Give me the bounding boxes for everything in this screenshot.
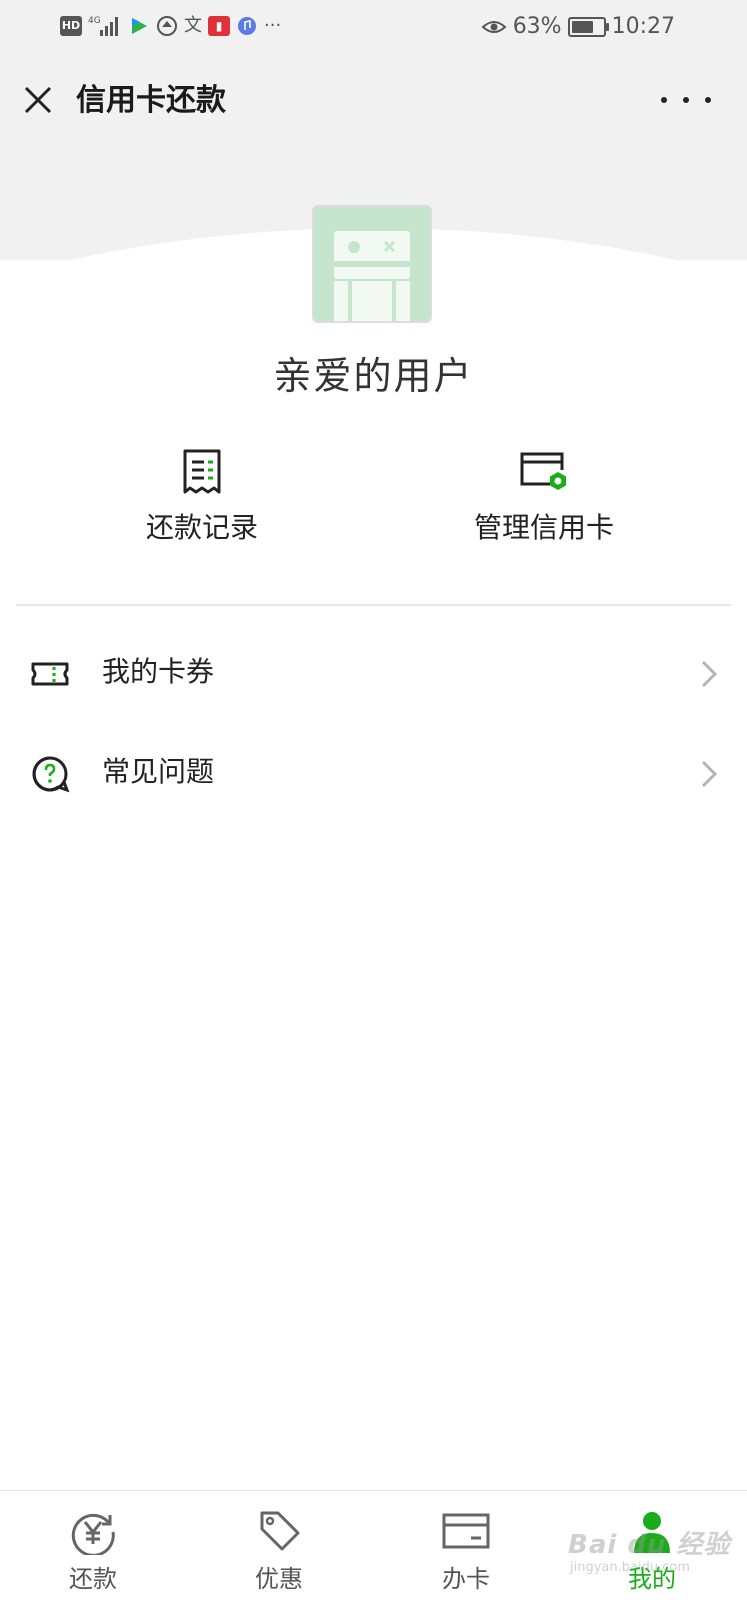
section-divider: [16, 604, 731, 606]
chevron-right-icon: [701, 760, 718, 788]
menu-item-coupons[interactable]: 我的卡券: [0, 626, 747, 722]
more-dot-icon: [705, 97, 711, 103]
card-settings-icon: [520, 452, 566, 490]
watermark-sub: jingyan.baidu.com: [570, 1560, 690, 1575]
close-button[interactable]: [18, 80, 58, 120]
status-right: 63% 10:27: [481, 14, 675, 39]
watermark: Bai du 经验: [568, 1530, 731, 1560]
menu-item-label: 我的卡券: [102, 655, 215, 688]
status-bar: HD 4G 文 ▮ ··· 63% 10:27: [0, 0, 747, 54]
4g-signal-icon: 4G: [88, 16, 118, 36]
music-app-icon: [238, 17, 256, 35]
avatar[interactable]: [312, 205, 432, 323]
status-left-icons: HD 4G 文 ▮ ···: [60, 14, 281, 38]
nav-tab-repay[interactable]: 还款: [33, 1509, 153, 1594]
card-icon: [442, 1513, 490, 1549]
repayment-history-label: 还款记录: [145, 511, 258, 544]
default-avatar-icon: [334, 231, 410, 321]
book-app-icon: ▮: [208, 16, 230, 36]
svg-text:4G: 4G: [88, 16, 101, 26]
nav-label: 还款: [69, 1565, 117, 1593]
more-options-button[interactable]: [661, 84, 711, 116]
nav-tab-apply-card[interactable]: 办卡: [406, 1509, 526, 1594]
battery-percent: 63%: [512, 14, 562, 39]
menu-item-faq[interactable]: 常见问题: [0, 726, 747, 822]
title-bar: 信用卡还款: [0, 54, 747, 150]
video-app-icon: [132, 18, 147, 34]
user-name: 亲爱的用户: [273, 354, 474, 398]
status-more-glyph: ···: [264, 15, 282, 36]
nav-tab-offers[interactable]: 优惠: [219, 1509, 339, 1594]
question-icon: [32, 756, 70, 793]
repayment-history-button[interactable]: 还款记录: [92, 448, 312, 546]
page-title: 信用卡还款: [76, 83, 226, 118]
translate-app-icon: 文: [184, 15, 202, 36]
manage-credit-card-label: 管理信用卡: [473, 511, 614, 544]
eye-comfort-icon: [481, 20, 507, 33]
menu-item-label: 常见问题: [102, 755, 215, 788]
close-icon: [24, 86, 52, 114]
manage-credit-card-button[interactable]: 管理信用卡: [434, 448, 654, 546]
hat-app-icon: [157, 16, 177, 36]
more-dot-icon: [683, 97, 689, 103]
battery-icon: [567, 16, 609, 37]
coupon-icon: [31, 662, 69, 686]
nav-label: 办卡: [442, 1565, 490, 1593]
tag-icon: [260, 1511, 300, 1551]
nav-label: 优惠: [255, 1565, 303, 1593]
hd-icon: HD: [60, 16, 82, 36]
chevron-right-icon: [701, 660, 718, 688]
status-time: 10:27: [611, 14, 675, 39]
receipt-icon: [183, 449, 221, 494]
more-dot-icon: [661, 97, 667, 103]
yen-refresh-icon: [71, 1513, 115, 1555]
